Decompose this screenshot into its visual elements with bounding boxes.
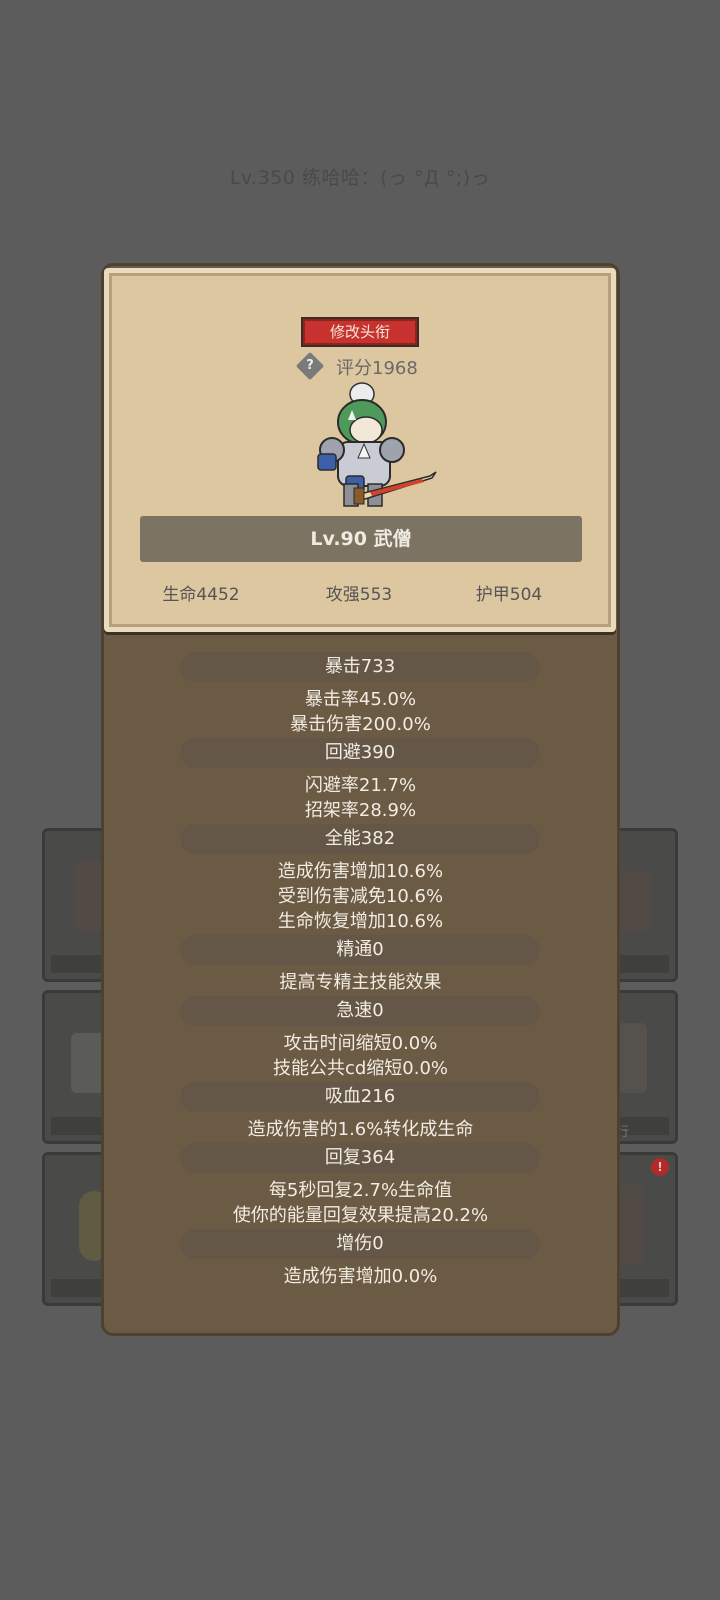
help-glyph: ? xyxy=(306,358,314,373)
stat-line: 受到伤害减免10.6% xyxy=(277,886,444,907)
stat-line: 造成伤害的1.6%转化成生命 xyxy=(247,1119,474,1140)
stat-line: 暴击伤害200.0% xyxy=(290,714,431,735)
character-name-level: Lv.90 武僧 xyxy=(140,516,582,562)
stat-line: 攻击时间缩短0.0% xyxy=(283,1033,438,1054)
stat-line: 使你的能量回复效果提高20.2% xyxy=(232,1205,489,1226)
stat-line: 造成伤害增加0.0% xyxy=(283,1266,438,1287)
rename-title-button[interactable]: 修改头衔 xyxy=(301,317,419,347)
stat-line: 闪避率21.7% xyxy=(304,775,417,796)
stat-health: 生命4452 xyxy=(162,585,240,605)
knight-character-icon xyxy=(317,382,437,507)
stat-line: 提高专精主技能效果 xyxy=(279,972,442,993)
stat-header-crit: 暴击733 xyxy=(180,652,540,682)
stat-attack-power: 攻强553 xyxy=(325,585,393,605)
stat-line: 每5秒回复2.7%生命值 xyxy=(268,1180,453,1201)
stat-header-lifesteal: 吸血216 xyxy=(180,1082,540,1112)
stat-header-evasion: 回避390 xyxy=(180,738,540,768)
score-label: 评分1968 xyxy=(336,358,418,379)
alert-badge-icon: ! xyxy=(651,1158,669,1176)
stat-line: 生命恢复增加10.6% xyxy=(277,911,444,932)
stat-line: 造成伤害增加10.6% xyxy=(277,861,444,882)
stat-line: 暴击率45.0% xyxy=(304,689,417,710)
stat-line: 技能公共cd缩短0.0% xyxy=(272,1058,449,1079)
stat-line: 招架率28.9% xyxy=(304,800,417,821)
stat-header-mastery: 精通0 xyxy=(180,935,540,965)
stat-header-damage-increase: 增伤0 xyxy=(180,1229,540,1259)
stat-header-haste: 急速0 xyxy=(180,996,540,1026)
stat-header-regen: 回复364 xyxy=(180,1143,540,1173)
page-title: Lv.350 练哈哈：(っ °Д °;)っ xyxy=(229,167,491,189)
stat-header-versatility: 全能382 xyxy=(180,824,540,854)
stat-armor: 护甲504 xyxy=(475,585,543,605)
